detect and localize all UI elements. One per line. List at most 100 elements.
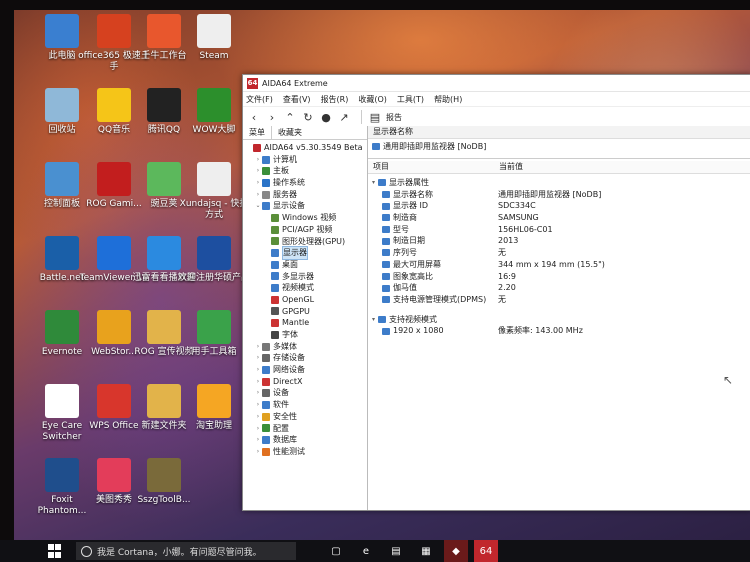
property-icon <box>382 191 390 199</box>
property-row[interactable]: 伽马值 2.20 <box>368 282 750 294</box>
chart-icon[interactable]: ↗ <box>337 110 351 124</box>
aida64-taskbar-button[interactable]: 64 <box>474 540 498 562</box>
cortana-search[interactable]: 我是 Cortana，小娜。有问题尽管问我。 <box>76 542 296 560</box>
battlenet-icon <box>45 236 79 270</box>
tree-item[interactable]: Windows 视频 <box>243 212 367 224</box>
tree-item[interactable]: 字体 <box>243 329 367 341</box>
expand-arrow-icon[interactable]: › <box>254 423 262 435</box>
tree-item-label: 桌面 <box>282 259 298 269</box>
back-icon[interactable]: ‹ <box>247 110 261 124</box>
desktop-icon[interactable]: SszgToolB... <box>128 458 200 506</box>
column-item[interactable]: 项目 <box>368 161 499 173</box>
menu-item[interactable]: 收藏(O) <box>358 94 387 105</box>
tree-item[interactable]: › 配置 <box>243 423 367 435</box>
tree-item[interactable]: › 主板 <box>243 165 367 177</box>
expand-arrow-icon[interactable]: › <box>254 411 262 423</box>
tab-menu[interactable]: 菜单 <box>243 126 272 139</box>
tree-item[interactable]: 桌面 <box>243 259 367 271</box>
tree-item-selected[interactable]: 显示器 <box>243 246 367 260</box>
desktop-icon[interactable]: 淘宝助理 <box>178 384 250 432</box>
tree-item[interactable]: ⌄ 显示设备 <box>243 200 367 212</box>
section-props[interactable]: ▾ 显示器属性 <box>368 177 750 189</box>
edge-icon[interactable]: e <box>354 540 378 562</box>
monitor-name-header: 显示器名称 <box>368 126 750 139</box>
menu-item[interactable]: 报告(R) <box>321 94 349 105</box>
desktop-icon[interactable]: Xundajsq - 快捷方式 <box>178 162 250 221</box>
property-row[interactable]: 图象宽高比 16:9 <box>368 271 750 283</box>
forward-icon[interactable]: › <box>265 110 279 124</box>
tree-item[interactable]: › 安全性 <box>243 411 367 423</box>
column-value[interactable]: 当前值 <box>499 161 523 173</box>
expand-arrow-icon[interactable]: › <box>254 446 262 458</box>
expand-arrow-icon[interactable]: › <box>254 189 262 201</box>
menu-item[interactable]: 工具(T) <box>397 94 424 105</box>
tree-item[interactable]: › 性能测试 <box>243 446 367 458</box>
column-header: 项目 当前值 <box>368 161 750 174</box>
tree-node-icon <box>262 190 270 199</box>
aida64-window[interactable]: 64 AIDA64 Extreme 文件(F) 查看(V) 报告(R) 收藏(O) 工具… <box>242 74 750 511</box>
tree-item[interactable]: › 多媒体 <box>243 341 367 353</box>
file-explorer-icon[interactable]: ▤ <box>384 540 408 562</box>
expand-arrow-icon[interactable]: › <box>254 387 262 399</box>
tree-item[interactable]: › 网络设备 <box>243 364 367 376</box>
user-icon[interactable]: ● <box>319 110 333 124</box>
property-value: 2013 <box>498 236 519 246</box>
property-row[interactable]: 制造商 SAMSUNG <box>368 212 750 224</box>
expand-arrow-icon[interactable]: › <box>254 177 262 189</box>
start-button[interactable] <box>48 544 68 558</box>
report-icon[interactable]: ▤ <box>368 110 382 124</box>
menu-item[interactable]: 帮助(H) <box>434 94 462 105</box>
property-row[interactable]: 型号 156HL06-C01 <box>368 224 750 236</box>
tree-item[interactable]: PCI/AGP 视频 <box>243 224 367 236</box>
tree-item[interactable]: 视频模式 <box>243 282 367 294</box>
monitor-name-header-label: 显示器名称 <box>373 127 413 136</box>
rog-app-icon[interactable]: ◆ <box>444 540 468 562</box>
left-tabs: 菜单 收藏夹 <box>243 126 367 140</box>
up-icon[interactable]: ⌃ <box>283 110 297 124</box>
property-row[interactable]: 显示器 ID SDC334C <box>368 200 750 212</box>
property-row[interactable]: 序列号 无 <box>368 247 750 259</box>
tree-item[interactable]: › 服务器 <box>243 189 367 201</box>
tree-item[interactable]: › 设备 <box>243 387 367 399</box>
desktop-icon[interactable]: 用手工具箱 <box>178 310 250 358</box>
tree-item[interactable]: Mantle <box>243 317 367 329</box>
tree-item[interactable]: GPGPU <box>243 306 367 318</box>
tree-item[interactable]: OpenGL <box>243 294 367 306</box>
menu-item[interactable]: 查看(V) <box>283 94 311 105</box>
tree-item[interactable]: 多显示器 <box>243 271 367 283</box>
expand-arrow-icon[interactable]: › <box>254 165 262 177</box>
expand-arrow-icon[interactable]: › <box>254 352 262 364</box>
expand-arrow-icon[interactable]: › <box>254 376 262 388</box>
tab-favorites[interactable]: 收藏夹 <box>272 126 308 139</box>
report-button[interactable]: 报告 <box>386 112 402 123</box>
task-view-icon[interactable]: ▢ <box>324 540 348 562</box>
store-icon[interactable]: ▦ <box>414 540 438 562</box>
tree-item[interactable]: › 数据库 <box>243 434 367 446</box>
property-row[interactable]: 制造日期 2013 <box>368 235 750 247</box>
tree-item[interactable]: › 操作系统 <box>243 177 367 189</box>
tree-item[interactable]: › 软件 <box>243 399 367 411</box>
property-row[interactable]: 显示器名称 通用即插即用监视器 [NoDB] <box>368 189 750 201</box>
property-row[interactable]: 最大可用屏幕 344 mm x 194 mm (15.5") <box>368 259 750 271</box>
desktop-icon[interactable]: WOW大脚 <box>178 88 250 136</box>
desktop-icon[interactable]: Steam <box>178 14 250 62</box>
monitor-name-row[interactable]: 通用即插即用监视器 [NoDB] <box>368 139 750 155</box>
expand-arrow-icon[interactable]: ⌄ <box>254 200 262 212</box>
tree-item[interactable]: › DirectX <box>243 376 367 388</box>
expand-arrow-icon[interactable]: › <box>254 154 262 166</box>
desktop-icon[interactable]: 欢迎注册华硕产品 <box>178 236 250 284</box>
tree-item[interactable]: AIDA64 v5.30.3549 Beta <box>243 142 367 154</box>
title-bar[interactable]: 64 AIDA64 Extreme <box>243 75 750 92</box>
menu-item[interactable]: 文件(F) <box>246 94 273 105</box>
property-field: 制造商 <box>393 213 417 223</box>
section-modes[interactable]: ▾ 支持视频模式 <box>368 314 750 326</box>
property-row[interactable]: 支持电源管理模式(DPMS) 无 <box>368 294 750 306</box>
tree-item[interactable]: › 存储设备 <box>243 352 367 364</box>
expand-arrow-icon[interactable]: › <box>254 434 262 446</box>
expand-arrow-icon[interactable]: › <box>254 364 262 376</box>
property-row[interactable]: 1920 x 1080 像素频率: 143.00 MHz <box>368 325 750 337</box>
expand-arrow-icon[interactable]: › <box>254 399 262 411</box>
refresh-icon[interactable]: ↻ <box>301 110 315 124</box>
expand-arrow-icon[interactable]: › <box>254 341 262 353</box>
tree-item[interactable]: › 计算机 <box>243 154 367 166</box>
